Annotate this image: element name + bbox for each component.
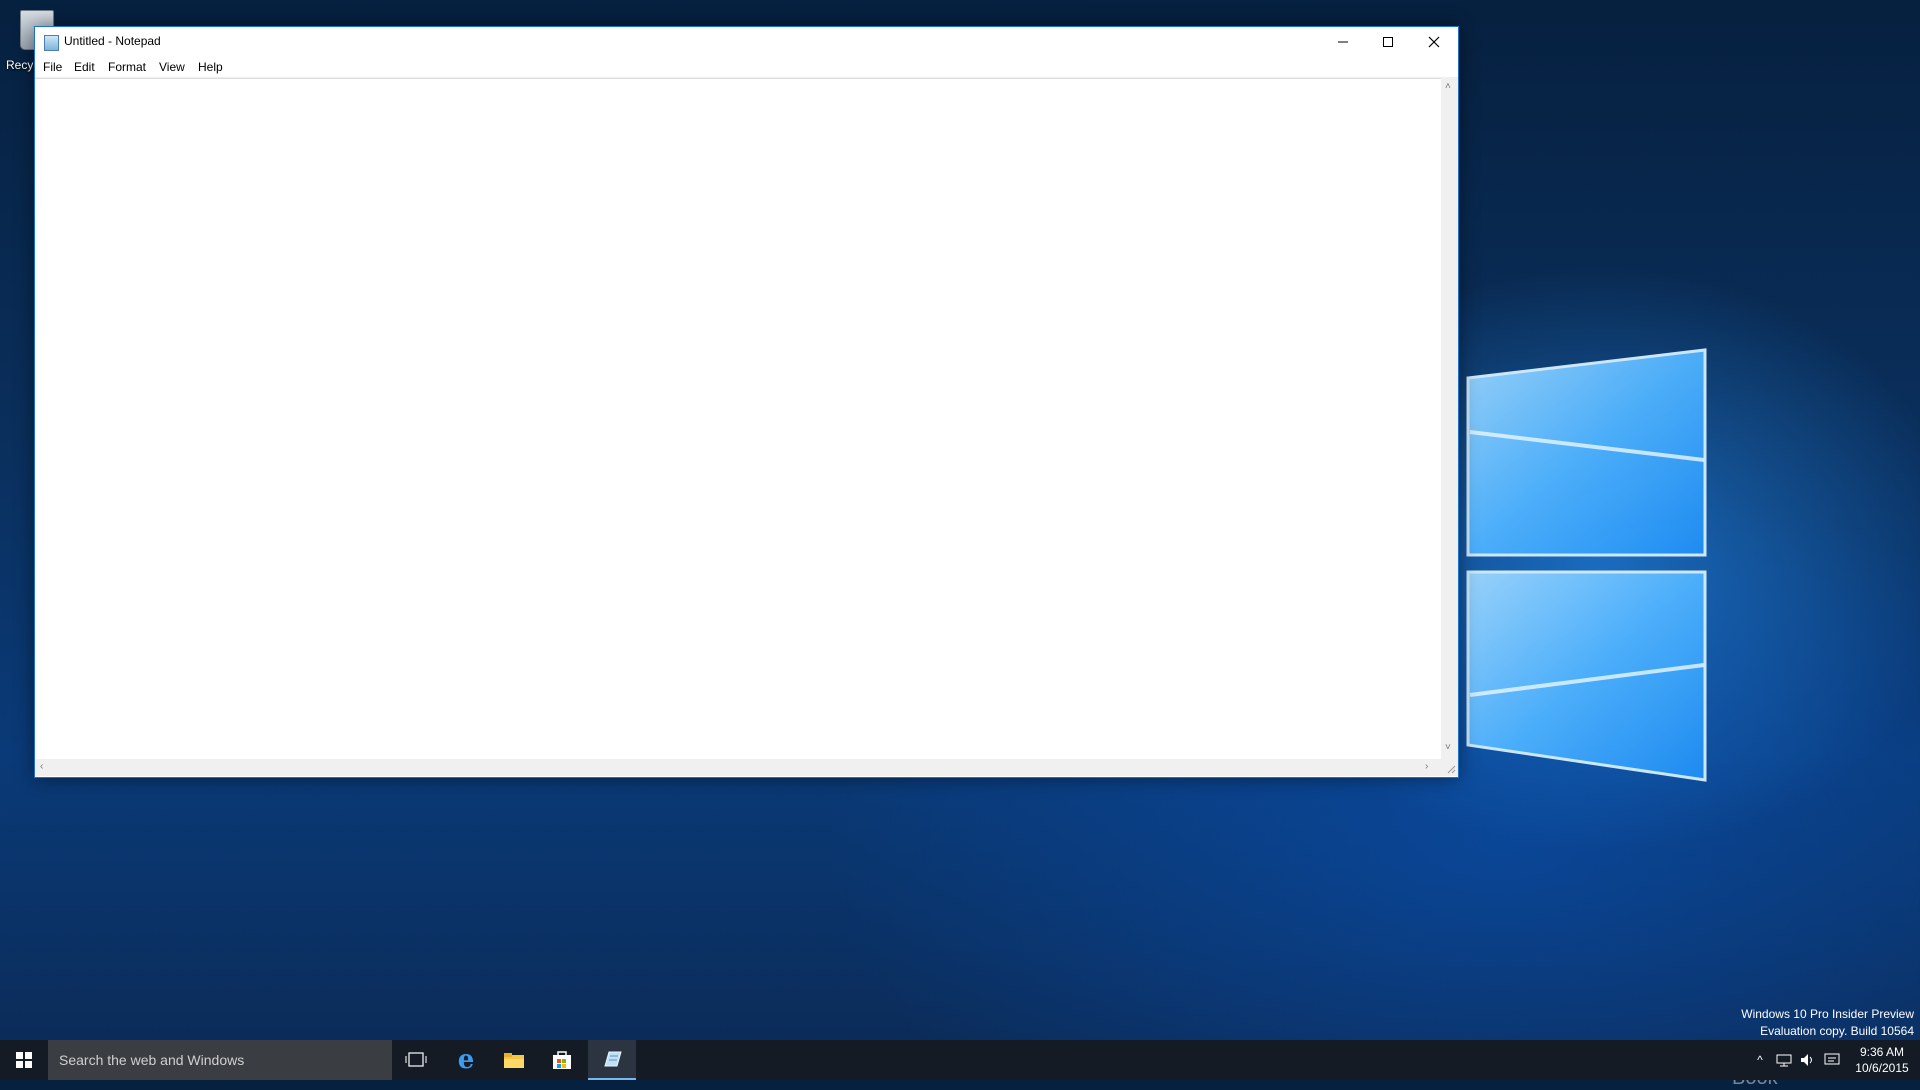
start-button[interactable] xyxy=(0,1040,48,1080)
task-view-button[interactable] xyxy=(392,1040,440,1080)
resize-grip[interactable] xyxy=(1441,759,1458,776)
taskbar: Search the web and Windows e ^ 9:36 AM 1… xyxy=(0,1040,1920,1080)
volume-icon xyxy=(1801,1054,1812,1066)
clock-time: 9:36 AM xyxy=(1859,1045,1905,1059)
close-icon xyxy=(1428,36,1440,48)
maximize-icon xyxy=(1383,37,1393,47)
network-icon xyxy=(1776,1054,1792,1067)
close-button[interactable] xyxy=(1411,27,1457,57)
volume-button[interactable] xyxy=(1796,1040,1820,1080)
notepad-app-icon[interactable] xyxy=(44,35,59,51)
menu-edit[interactable]: Edit xyxy=(74,60,95,74)
title-bar[interactable]: Untitled - Notepad xyxy=(35,27,1458,57)
menu-file[interactable]: File xyxy=(43,60,62,74)
vertical-scrollbar[interactable]: ˄ ˅ xyxy=(1441,78,1458,759)
show-hidden-icons-button[interactable]: ^ xyxy=(1748,1040,1772,1080)
notification-icon xyxy=(1824,1053,1840,1065)
clock[interactable]: 9:36 AM 10/6/2015 xyxy=(1848,1044,1916,1076)
resize-grip-icon xyxy=(1447,765,1456,774)
menu-bar: File Edit Format View Help xyxy=(35,57,1458,78)
search-placeholder: Search the web and Windows xyxy=(59,1052,245,1068)
file-explorer-button[interactable] xyxy=(490,1040,538,1080)
maximize-button[interactable] xyxy=(1365,27,1411,57)
scroll-right-icon[interactable]: › xyxy=(1425,761,1428,772)
windows-start-icon xyxy=(16,1052,32,1068)
menu-help[interactable]: Help xyxy=(198,60,223,74)
folder-icon xyxy=(504,1053,524,1068)
text-editor[interactable] xyxy=(35,78,1441,760)
minimize-button[interactable] xyxy=(1320,27,1366,57)
notepad-taskbar-button[interactable] xyxy=(588,1040,636,1080)
store-button[interactable] xyxy=(538,1040,586,1080)
scroll-up-icon[interactable]: ˄ xyxy=(1445,81,1451,92)
horizontal-scrollbar[interactable]: ‹ › xyxy=(35,759,1441,776)
notepad-window: Untitled - Notepad File Edit Format View… xyxy=(34,26,1459,778)
recycle-bin-label: Recy xyxy=(6,58,34,72)
watermark-line-1: Windows 10 Pro Insider Preview xyxy=(1741,1007,1914,1021)
action-center-button[interactable] xyxy=(1820,1040,1844,1080)
clock-date: 10/6/2015 xyxy=(1855,1061,1909,1075)
minimize-icon xyxy=(1338,41,1348,43)
windows-logo-wallpaper xyxy=(1466,348,1707,782)
store-icon xyxy=(553,1051,571,1069)
menu-format[interactable]: Format xyxy=(108,60,146,74)
notepad-icon xyxy=(604,1051,622,1067)
scroll-down-icon[interactable]: ˅ xyxy=(1445,742,1451,753)
edge-button[interactable]: e xyxy=(442,1040,490,1080)
edge-icon: e xyxy=(457,1045,475,1075)
desktop: Recy Untitled - Notepad File Edit Format… xyxy=(0,0,1920,1089)
scroll-left-icon[interactable]: ‹ xyxy=(40,761,43,772)
network-button[interactable] xyxy=(1772,1040,1796,1080)
chevron-up-icon: ^ xyxy=(1757,1053,1763,1067)
search-box[interactable]: Search the web and Windows xyxy=(48,1040,392,1080)
task-view-icon xyxy=(405,1052,427,1067)
window-title: Untitled - Notepad xyxy=(64,34,161,48)
menu-view[interactable]: View xyxy=(159,60,185,74)
